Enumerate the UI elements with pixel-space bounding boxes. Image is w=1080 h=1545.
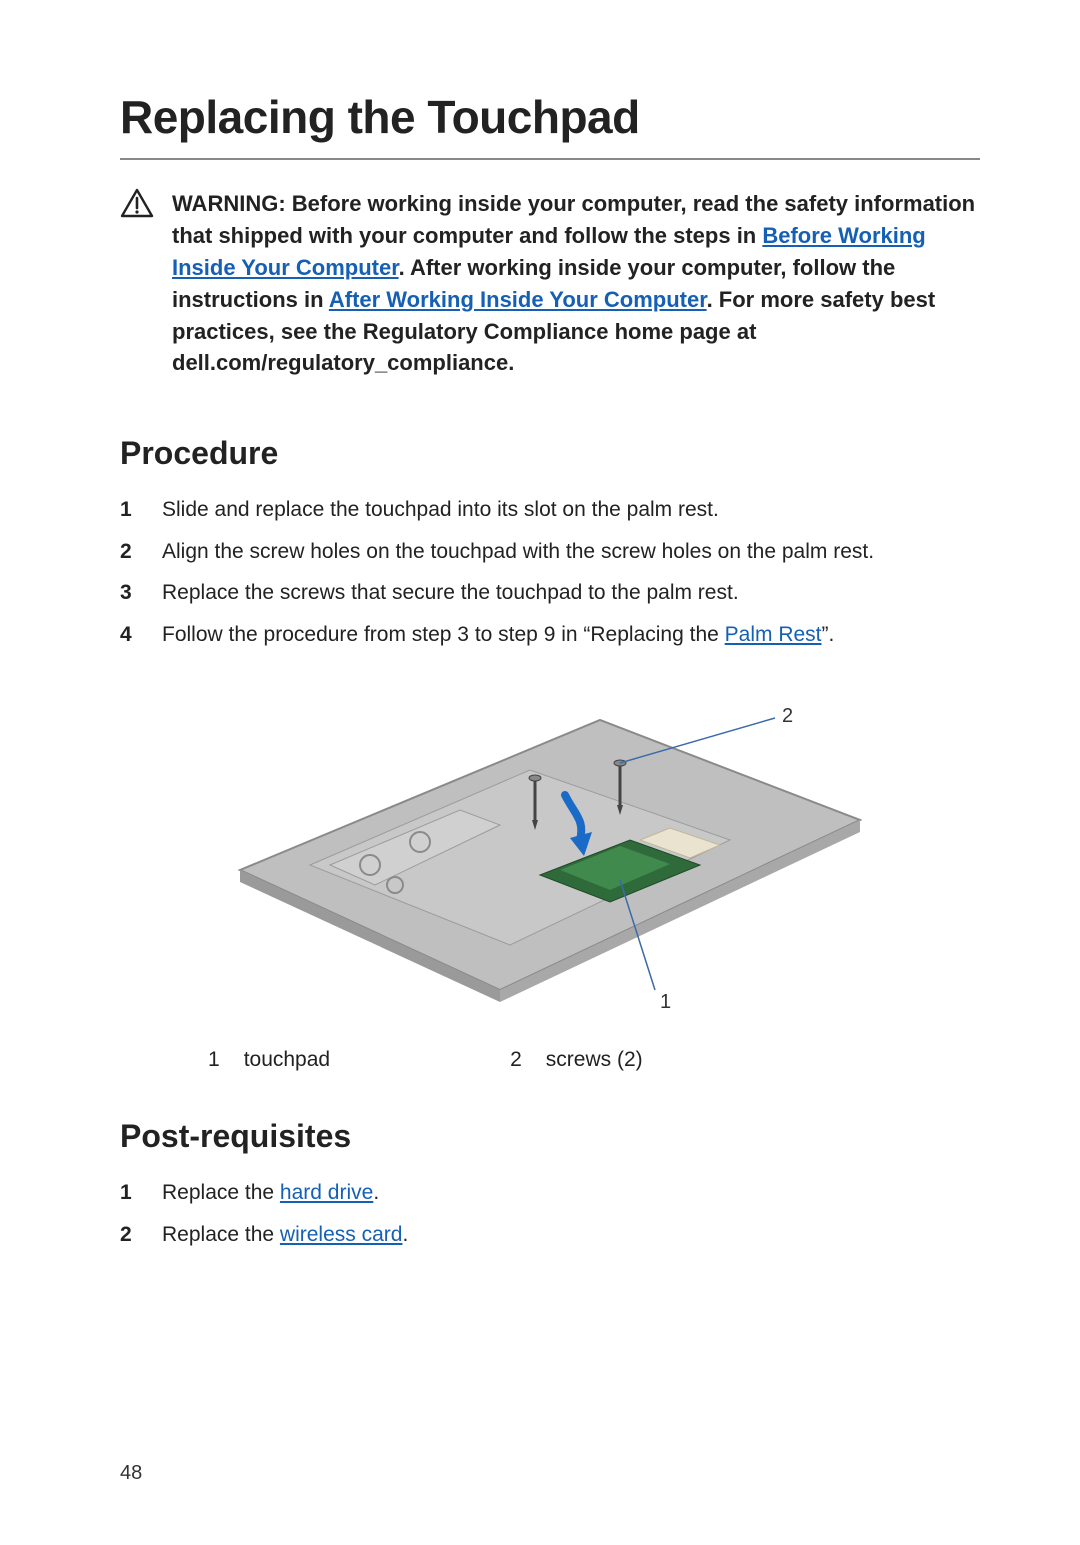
procedure-step: 3 Replace the screws that secure the tou… [120,577,980,609]
step-number: 2 [120,536,138,568]
warning-text: WARNING: Before working inside your comp… [172,188,980,379]
legend-item: 1 touchpad [208,1048,330,1072]
legend-label: touchpad [244,1048,330,1072]
step-number: 3 [120,577,138,609]
procedure-step: 1 Slide and replace the touchpad into it… [120,494,980,526]
step-text: Slide and replace the touchpad into its … [162,494,719,526]
legend-number: 1 [208,1048,220,1072]
step-text-post: ”. [822,623,835,646]
touchpad-diagram: 2 1 [200,670,900,1030]
link-after-working[interactable]: After Working Inside Your Computer [329,287,707,312]
step-text: Replace the screws that secure the touch… [162,577,739,609]
step-number: 1 [120,494,138,526]
link-hard-drive[interactable]: hard drive [280,1181,373,1204]
legend-label: screws (2) [546,1048,643,1072]
procedure-heading: Procedure [120,435,980,472]
step-text-pre: Replace the [162,1181,280,1204]
figure-legend: 1 touchpad 2 screws (2) [120,1048,980,1072]
link-palm-rest[interactable]: Palm Rest [725,623,822,646]
step-number: 1 [120,1177,138,1209]
postreq-step: 1 Replace the hard drive. [120,1177,980,1209]
procedure-step: 4 Follow the procedure from step 3 to st… [120,619,980,651]
step-text: Follow the procedure from step 3 to step… [162,619,834,651]
postreq-heading: Post-requisites [120,1118,980,1155]
page-number: 48 [120,1462,142,1485]
step-number: 2 [120,1219,138,1251]
warning-icon [120,188,154,379]
step-text-post: . [402,1223,408,1246]
warning-block: WARNING: Before working inside your comp… [120,188,980,379]
step-number: 4 [120,619,138,651]
legend-number: 2 [510,1048,522,1072]
postreq-step: 2 Replace the wireless card. [120,1219,980,1251]
procedure-steps: 1 Slide and replace the touchpad into it… [120,494,980,650]
step-text: Align the screw holes on the touchpad wi… [162,536,874,568]
figure: 2 1 [120,670,980,1030]
step-text-post: . [373,1181,379,1204]
link-wireless-card[interactable]: wireless card [280,1223,403,1246]
procedure-step: 2 Align the screw holes on the touchpad … [120,536,980,568]
postreq-steps: 1 Replace the hard drive. 2 Replace the … [120,1177,980,1250]
page-title: Replacing the Touchpad [120,90,980,160]
step-text-pre: Follow the procedure from step 3 to step… [162,623,725,646]
legend-item: 2 screws (2) [510,1048,643,1072]
figure-callout-2: 2 [782,705,793,727]
figure-callout-1: 1 [660,991,671,1013]
step-text-pre: Replace the [162,1223,280,1246]
step-text: Replace the wireless card. [162,1219,408,1251]
document-page: Replacing the Touchpad WARNING: Before w… [0,0,1080,1545]
step-text: Replace the hard drive. [162,1177,379,1209]
